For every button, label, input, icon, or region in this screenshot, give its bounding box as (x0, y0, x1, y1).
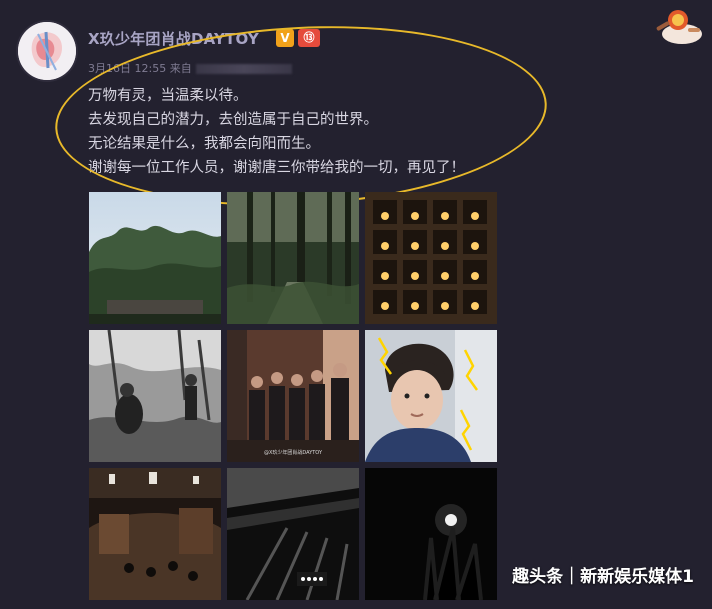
photo-watermark: @X玖少年团肖战DAYTOY (264, 449, 323, 456)
avatar-image (18, 22, 76, 80)
username[interactable]: X玖少年团肖战DAYTOY (88, 28, 259, 49)
night-moon-photo[interactable] (365, 468, 497, 600)
post-text: 万物有灵，当温柔以待。 去发现自己的潜力，去创造属于自己的世界。 无论结果是什么… (88, 84, 465, 180)
sticker-icon (648, 4, 704, 48)
ceiling-rig-photo[interactable] (227, 468, 359, 600)
post-line: 万物有灵，当温柔以待。 (88, 88, 248, 104)
bw-crew-outdoor-photo[interactable] (89, 330, 221, 462)
post-line: 去发现自己的潜力，去创造属于自己的世界。 (88, 112, 378, 128)
forest-sky-photo[interactable] (89, 192, 221, 324)
post-line: 无论结果是什么，我都会向阳而生。 (88, 136, 320, 152)
selfie-photo[interactable] (365, 330, 497, 462)
blurred-source (195, 64, 292, 74)
cast-group-photo[interactable]: @X玖少年团肖战DAYTOY (227, 330, 359, 462)
candle-shelves-photo[interactable] (365, 192, 497, 324)
avatar[interactable] (18, 22, 76, 80)
timestamp: 3月16日 12:55 来自 (88, 62, 192, 75)
dark-forest-path-photo[interactable] (227, 192, 359, 324)
verified-badge: V (276, 29, 294, 47)
post-line: 谢谢每一位工作人员，谢谢唐三你带给我的一切，再见了！ (88, 160, 465, 176)
studio-set-photo[interactable] (89, 468, 221, 600)
source-watermark: 趣头条｜新新娱乐媒体1 (512, 567, 694, 587)
post-meta: 3月16日 12:55 来自 (88, 60, 292, 76)
vip-badge: ⑬ (298, 29, 320, 47)
